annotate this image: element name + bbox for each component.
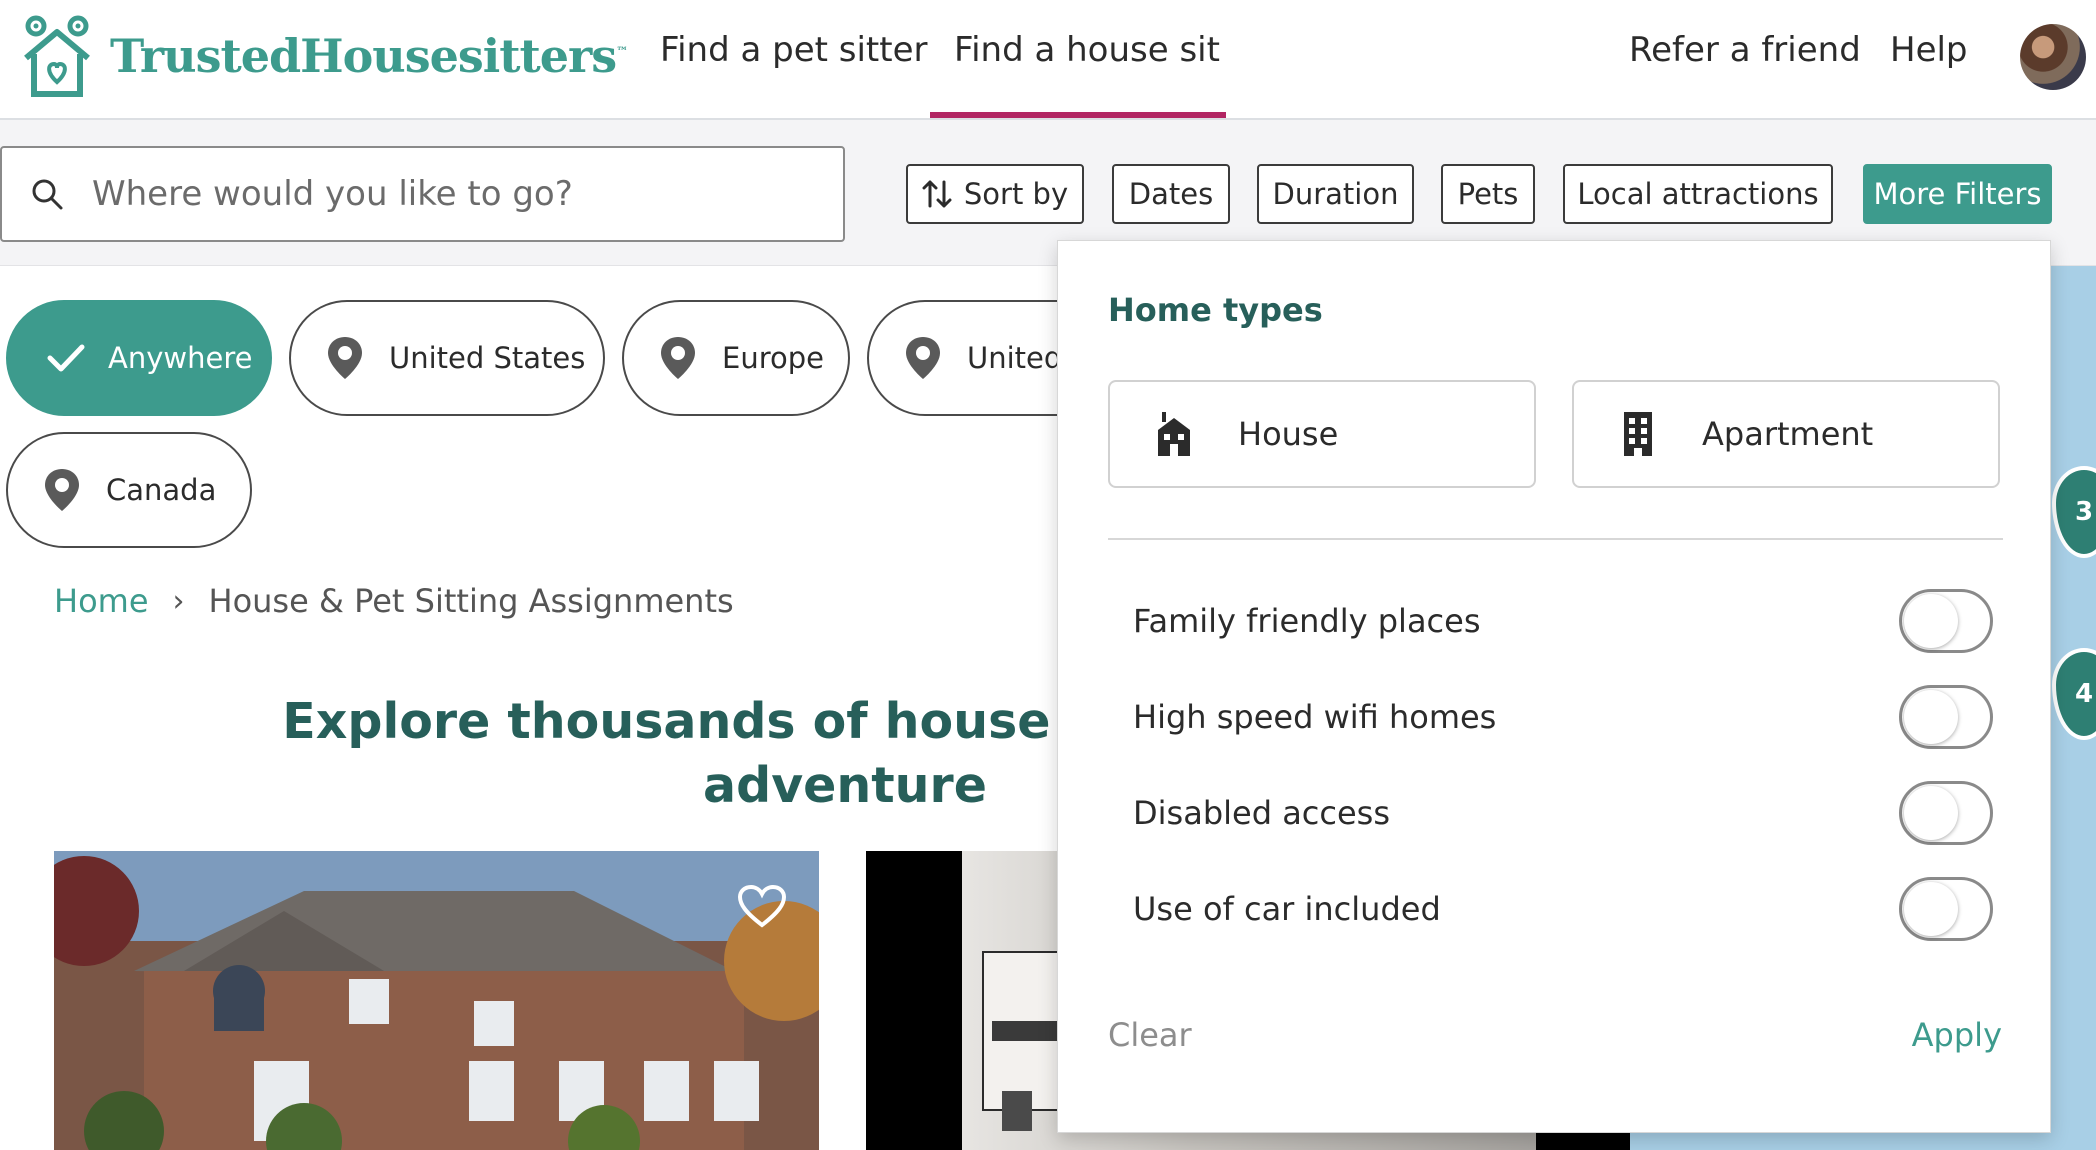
disabled-access-toggle[interactable] [1899, 781, 1993, 845]
toggle-label: High speed wifi homes [1133, 698, 1497, 736]
house-photo [54, 851, 819, 1150]
family-friendly-toggle[interactable] [1899, 589, 1993, 653]
home-types-heading: Home types [1108, 291, 1323, 329]
sort-by-label: Sort by [963, 177, 1069, 211]
location-pin-icon [903, 336, 943, 380]
chip-anywhere-label: Anywhere [108, 341, 253, 375]
user-avatar[interactable] [2020, 24, 2086, 90]
more-filters-panel: Home types House Apartment Family friend… [1057, 240, 2051, 1133]
toggle-label: Disabled access [1133, 794, 1391, 832]
toggle-row-family-friendly: Family friendly places [1133, 588, 1993, 654]
chip-united-states-label: United States [389, 341, 586, 375]
toggle-label: Use of car included [1133, 890, 1441, 928]
home-type-house[interactable]: House [1108, 380, 1536, 488]
more-filters-button[interactable]: More Filters [1863, 164, 2052, 224]
listing-card-image[interactable] [54, 851, 819, 1150]
toggle-label: Family friendly places [1133, 602, 1481, 640]
location-pin-icon [42, 468, 82, 512]
breadcrumb: Home › House & Pet Sitting Assignments [54, 582, 734, 620]
logo-house-icon [24, 15, 90, 97]
home-type-apartment[interactable]: Apartment [1572, 380, 2000, 488]
sort-by-button[interactable]: Sort by [906, 164, 1084, 224]
nav-help[interactable]: Help [1890, 30, 1968, 70]
check-icon [47, 344, 85, 372]
use-of-car-toggle[interactable] [1899, 877, 1993, 941]
local-attractions-button[interactable]: Local attractions [1563, 164, 1833, 224]
home-type-apartment-label: Apartment [1702, 415, 1874, 453]
brand-logo[interactable]: TrustedHousesitters™ [20, 14, 628, 98]
map-marker[interactable]: 3 [2052, 466, 2096, 558]
breadcrumb-current: House & Pet Sitting Assignments [208, 582, 734, 620]
top-header: TrustedHousesitters™ Find a pet sitter F… [0, 0, 2096, 120]
home-type-house-label: House [1238, 415, 1339, 453]
toggle-row-high-speed-wifi: High speed wifi homes [1133, 684, 1993, 750]
apartment-building-icon [1624, 412, 1652, 456]
search-icon [32, 179, 63, 210]
favorite-heart-icon[interactable] [737, 884, 787, 928]
chip-united-kingdom-label: United [967, 341, 1063, 375]
location-pin-icon [658, 336, 698, 380]
high-speed-wifi-toggle[interactable] [1899, 685, 1993, 749]
nav-find-house-sit[interactable]: Find a house sit [954, 30, 1220, 70]
location-pin-icon [325, 336, 365, 380]
dates-button[interactable]: Dates [1112, 164, 1230, 224]
search-box[interactable] [0, 146, 845, 242]
nav-refer-friend[interactable]: Refer a friend [1629, 30, 1861, 70]
house-icon [1158, 412, 1190, 456]
chevron-right-icon: › [172, 583, 185, 619]
chip-canada[interactable]: Canada [6, 432, 252, 548]
panel-divider [1108, 538, 2003, 540]
chip-europe-label: Europe [722, 341, 824, 375]
toggle-row-use-of-car: Use of car included [1133, 876, 1993, 942]
nav-find-pet-sitter[interactable]: Find a pet sitter [660, 30, 927, 70]
breadcrumb-home[interactable]: Home [54, 582, 149, 620]
brand-name: TrustedHousesitters™ [110, 29, 628, 83]
pets-button[interactable]: Pets [1441, 164, 1535, 224]
map-marker[interactable]: 4 [2052, 648, 2096, 740]
chip-europe[interactable]: Europe [622, 300, 850, 416]
duration-button[interactable]: Duration [1257, 164, 1414, 224]
apply-button[interactable]: Apply [1912, 1016, 2002, 1054]
chip-canada-label: Canada [106, 473, 217, 507]
search-input[interactable] [92, 174, 792, 214]
chip-united-states[interactable]: United States [289, 300, 605, 416]
toggle-row-disabled-access: Disabled access [1133, 780, 1993, 846]
clear-button[interactable]: Clear [1108, 1016, 1192, 1054]
nav-active-indicator [930, 112, 1226, 118]
sort-arrows-icon [922, 180, 952, 208]
chip-anywhere[interactable]: Anywhere [6, 300, 272, 416]
